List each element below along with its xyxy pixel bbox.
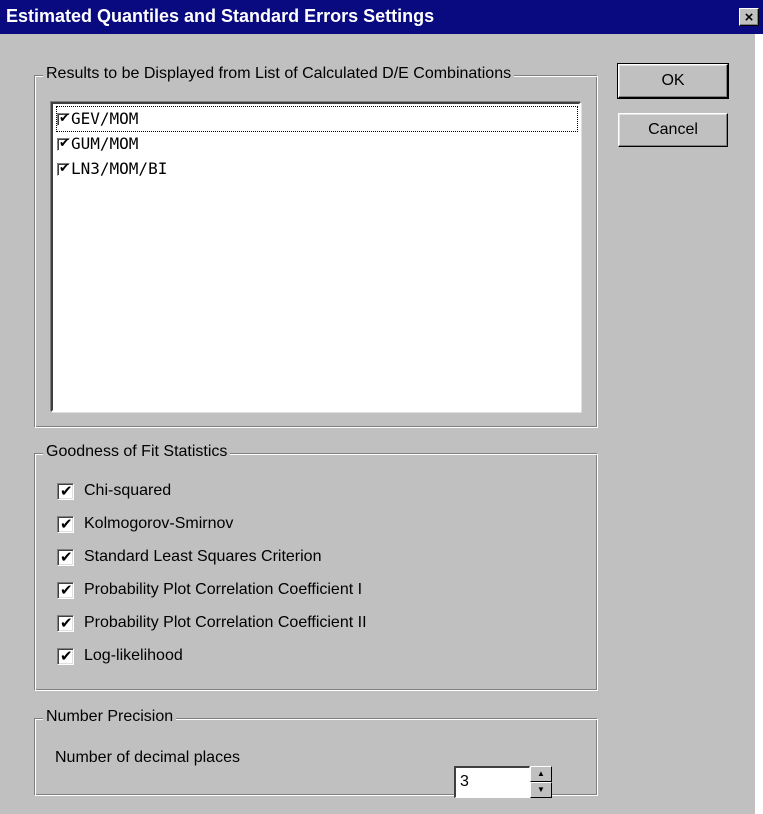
cancel-button-label: Cancel	[648, 121, 698, 138]
checkbox-label: Standard Least Squares Criterion	[84, 548, 322, 565]
results-groupbox: Results to be Displayed from List of Cal…	[34, 65, 598, 428]
decimal-places-input[interactable]: 3	[454, 766, 530, 798]
checkbox-box[interactable]: ✔	[57, 514, 74, 533]
check-icon: ✔	[60, 613, 73, 632]
item-checkbox[interactable]: ✔	[57, 110, 70, 126]
ok-button-label: OK	[661, 72, 685, 89]
checkbox-box[interactable]: ✔	[57, 481, 74, 500]
checkbox-label: Kolmogorov-Smirnov	[84, 515, 234, 532]
close-icon: ×	[744, 9, 754, 26]
checkbox-standard-least-squares[interactable]: ✔ Standard Least Squares Criterion	[57, 545, 321, 569]
spin-up-button[interactable]: ▲	[530, 766, 552, 782]
decimal-places-stepper[interactable]: ▲ ▼	[530, 766, 552, 798]
checkbox-label: Log-likelihood	[84, 647, 183, 664]
ok-button[interactable]: OK	[617, 63, 729, 99]
checkbox-ppcc-2[interactable]: ✔ Probability Plot Correlation Coefficie…	[57, 611, 367, 635]
check-icon: ✔	[60, 514, 73, 533]
gof-groupbox: Goodness of Fit Statistics ✔ Chi-squared…	[34, 443, 598, 691]
chevron-down-icon: ▼	[537, 785, 545, 794]
checkbox-kolmogorov-smirnov[interactable]: ✔ Kolmogorov-Smirnov	[57, 512, 233, 536]
list-item-gev-mom[interactable]: ✔ GEV/MOM	[56, 106, 578, 132]
close-button[interactable]: ×	[739, 8, 759, 26]
checkbox-label: Chi-squared	[84, 482, 172, 499]
list-item-label: GEV/MOM	[71, 109, 139, 128]
check-icon: ✔	[60, 646, 73, 665]
chevron-up-icon: ▲	[537, 769, 545, 778]
precision-group-label: Number Precision	[43, 708, 177, 726]
checkbox-label: Probability Plot Correlation Coefficient…	[84, 614, 367, 631]
results-group-label: Results to be Displayed from List of Cal…	[43, 65, 515, 83]
item-checkbox[interactable]: ✔	[57, 135, 70, 151]
check-icon: ✔	[60, 580, 73, 599]
checkbox-box[interactable]: ✔	[57, 613, 74, 632]
checkbox-box[interactable]: ✔	[57, 547, 74, 566]
checkbox-chi-squared[interactable]: ✔ Chi-squared	[57, 479, 171, 503]
title-bar[interactable]: Estimated Quantiles and Standard Errors …	[0, 0, 763, 34]
dialog-title: Estimated Quantiles and Standard Errors …	[6, 6, 435, 26]
decimal-places-label: Number of decimal places	[55, 749, 240, 766]
combinations-listbox[interactable]: ✔ GEV/MOM ✔ GUM/MOM ✔ LN3/MOM/BI	[51, 102, 581, 412]
checkbox-log-likelihood[interactable]: ✔ Log-likelihood	[57, 644, 183, 668]
window-edge	[755, 34, 763, 814]
checkbox-box[interactable]: ✔	[57, 580, 74, 599]
list-item-label: GUM/MOM	[71, 134, 139, 153]
check-icon: ✔	[59, 110, 70, 126]
settings-dialog: Estimated Quantiles and Standard Errors …	[0, 0, 763, 814]
gof-group-label: Goodness of Fit Statistics	[43, 443, 231, 461]
item-checkbox[interactable]: ✔	[57, 160, 70, 176]
checkbox-label: Probability Plot Correlation Coefficient…	[84, 581, 363, 598]
check-icon: ✔	[60, 481, 73, 500]
spin-down-button[interactable]: ▼	[530, 782, 552, 798]
cancel-button[interactable]: Cancel	[618, 113, 728, 147]
check-icon: ✔	[60, 547, 73, 566]
check-icon: ✔	[59, 160, 70, 176]
checkbox-box[interactable]: ✔	[57, 646, 74, 665]
list-item-gum-mom[interactable]: ✔ GUM/MOM	[57, 132, 138, 156]
list-item-label: LN3/MOM/BI	[71, 159, 168, 178]
checkbox-ppcc-1[interactable]: ✔ Probability Plot Correlation Coefficie…	[57, 578, 362, 602]
check-icon: ✔	[59, 135, 70, 151]
list-item-ln3-mom-bi[interactable]: ✔ LN3/MOM/BI	[57, 157, 167, 181]
